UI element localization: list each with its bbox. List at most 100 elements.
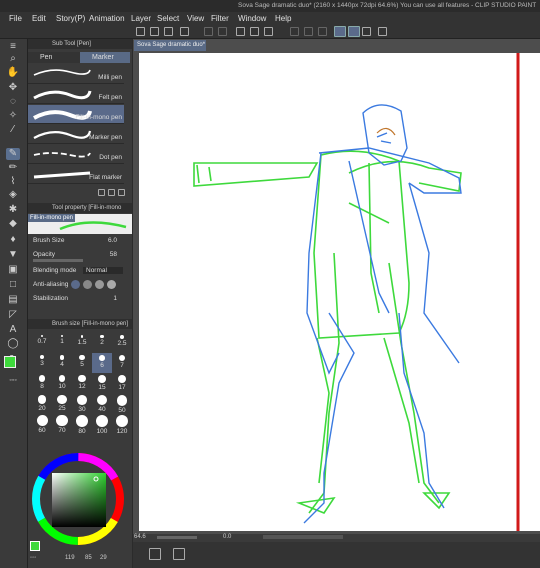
stabilization-row[interactable]: Stabilization 1 — [33, 295, 125, 302]
export-icon[interactable] — [180, 27, 189, 36]
canvas-paper[interactable] — [139, 53, 540, 531]
brush-size-option[interactable]: 50 — [112, 393, 132, 414]
deselect-icon[interactable] — [290, 27, 299, 36]
zoom-value[interactable]: 64.6 — [134, 534, 146, 540]
menu-layer[interactable]: Layer — [131, 14, 151, 23]
sub-tool-menu-icon[interactable] — [98, 189, 105, 196]
color-wheel[interactable] — [28, 449, 128, 549]
zoom-slider[interactable] — [157, 536, 197, 539]
magic-wand-icon[interactable]: ✧ — [6, 110, 20, 122]
frame-tool-icon[interactable]: ▤ — [6, 294, 20, 306]
brush-size-option[interactable]: 60 — [32, 413, 52, 434]
opacity-slider[interactable] — [33, 259, 83, 262]
copy-sub-tool-icon[interactable] — [108, 189, 115, 196]
aa-none-option[interactable] — [71, 280, 80, 289]
snap-ruler-icon[interactable] — [334, 26, 346, 37]
clear-icon[interactable] — [236, 27, 245, 36]
brush-size-option[interactable]: 15 — [92, 373, 112, 393]
brush-marker-pen[interactable]: Marker pen — [28, 125, 124, 144]
transparent-color-icon[interactable]: ◦◦◦ — [6, 375, 20, 387]
brush-size-option[interactable]: 80 — [72, 413, 92, 435]
brush-flat-marker[interactable]: Flat marker — [28, 165, 124, 184]
pencil-tool-icon[interactable]: ✏ — [6, 162, 20, 174]
redo-icon[interactable] — [218, 27, 227, 36]
brush-size-option[interactable]: 20 — [32, 393, 52, 413]
tab-pen[interactable]: Pen — [28, 52, 80, 63]
menu-filter[interactable]: Filter — [211, 14, 229, 23]
brush-size-option[interactable]: 10 — [52, 373, 72, 393]
menu-select[interactable]: Select — [157, 14, 179, 23]
menu-story[interactable]: Story(P) — [56, 14, 85, 23]
snap-grid-icon[interactable] — [362, 27, 371, 36]
timeline-icon[interactable] — [149, 548, 161, 560]
brush-size-row[interactable]: Brush Size 6.0 — [33, 237, 125, 244]
menu-edit[interactable]: Edit — [32, 14, 46, 23]
new-canvas-icon[interactable] — [136, 27, 145, 36]
brush-felt-pen[interactable]: Felt pen — [28, 85, 124, 104]
brush-size-option[interactable]: 6 — [92, 353, 112, 373]
gradient-tool-icon[interactable]: ▣ — [6, 264, 20, 276]
brush-size-option[interactable]: 25 — [52, 393, 72, 413]
eraser-tool-icon[interactable]: ◆ — [6, 218, 20, 230]
opacity-value[interactable]: 58 — [110, 251, 117, 258]
brush-size-option[interactable]: 3 — [32, 353, 52, 373]
transform-icon[interactable] — [264, 27, 273, 36]
move-tool-icon[interactable]: ✥ — [6, 82, 20, 94]
ruler-tool-icon[interactable]: ◸ — [6, 309, 20, 321]
decoration-tool-icon[interactable]: ✱ — [6, 204, 20, 216]
brush-size-option[interactable]: 2 — [92, 333, 112, 353]
aa-strong-option[interactable] — [107, 280, 116, 289]
document-tab[interactable]: Sova Sage dramatic duo* — [134, 40, 206, 51]
current-color-swatch[interactable] — [30, 541, 40, 551]
brush-size-option[interactable]: 120 — [112, 413, 132, 435]
horizontal-scrollbar[interactable] — [263, 535, 343, 539]
brush-size-option[interactable]: 70 — [52, 413, 72, 434]
rotation-value[interactable]: 0.0 — [223, 534, 231, 540]
aa-medium-option[interactable] — [95, 280, 104, 289]
brush-fill-in-mono-pen[interactable]: Fill-in-mono pen — [28, 105, 124, 124]
fill-icon[interactable] — [250, 27, 259, 36]
figure-tool-icon[interactable]: □ — [6, 279, 20, 291]
airbrush-tool-icon[interactable]: ◈ — [6, 189, 20, 201]
help-icon[interactable] — [378, 27, 387, 36]
brush-size-option[interactable]: 17 — [112, 373, 132, 393]
delete-sub-tool-icon[interactable] — [118, 189, 125, 196]
brush-size-option[interactable]: 100 — [92, 413, 112, 435]
brush-milli-pen[interactable]: Milli pen — [28, 65, 124, 84]
pen-tool-icon[interactable]: ✎ — [6, 148, 20, 160]
brush-size-value[interactable]: 6.0 — [108, 237, 117, 244]
undo-icon[interactable] — [204, 27, 213, 36]
menu-file[interactable]: File — [9, 14, 22, 23]
snap-special-ruler-icon[interactable] — [348, 26, 360, 37]
fill-tool-icon[interactable]: ▼ — [6, 249, 20, 261]
brush-tool-icon[interactable]: ⌇ — [6, 176, 20, 188]
menu-animation[interactable]: Animation — [89, 14, 125, 23]
open-icon[interactable] — [150, 27, 159, 36]
menu-view[interactable]: View — [187, 14, 204, 23]
balloon-tool-icon[interactable]: ◯ — [6, 338, 20, 350]
blending-mode-row[interactable]: Blending mode Normal — [33, 267, 125, 274]
brush-size-option[interactable]: 5 — [72, 353, 92, 373]
crop-icon[interactable] — [318, 27, 327, 36]
save-icon[interactable] — [164, 27, 173, 36]
brush-size-option[interactable]: 1.5 — [72, 333, 92, 353]
blending-mode-select[interactable]: Normal — [83, 267, 123, 274]
menu-window[interactable]: Window — [238, 14, 266, 23]
menu-help[interactable]: Help — [275, 14, 291, 23]
brush-size-option[interactable]: 0.7 — [32, 333, 52, 353]
brush-size-option[interactable]: 4 — [52, 353, 72, 373]
brush-size-option[interactable]: 2.5 — [112, 333, 132, 353]
text-tool-icon[interactable]: A — [6, 324, 20, 336]
zoom-tool-icon[interactable]: ⌕ — [6, 53, 20, 65]
stabilization-value[interactable]: 1 — [113, 295, 117, 302]
layer-icon[interactable] — [173, 548, 185, 560]
opacity-row[interactable]: Opacity 58 — [33, 251, 125, 262]
brush-size-option[interactable]: 1 — [52, 333, 72, 353]
invert-selection-icon[interactable] — [304, 27, 313, 36]
brush-size-option[interactable]: 7 — [112, 353, 132, 373]
brush-size-option[interactable]: 30 — [72, 393, 92, 413]
anti-aliasing-row[interactable]: Anti-aliasing — [33, 280, 125, 289]
brush-size-option[interactable]: 40 — [92, 393, 112, 413]
main-color-swatch[interactable] — [4, 356, 16, 368]
tab-marker[interactable]: Marker — [80, 52, 130, 63]
